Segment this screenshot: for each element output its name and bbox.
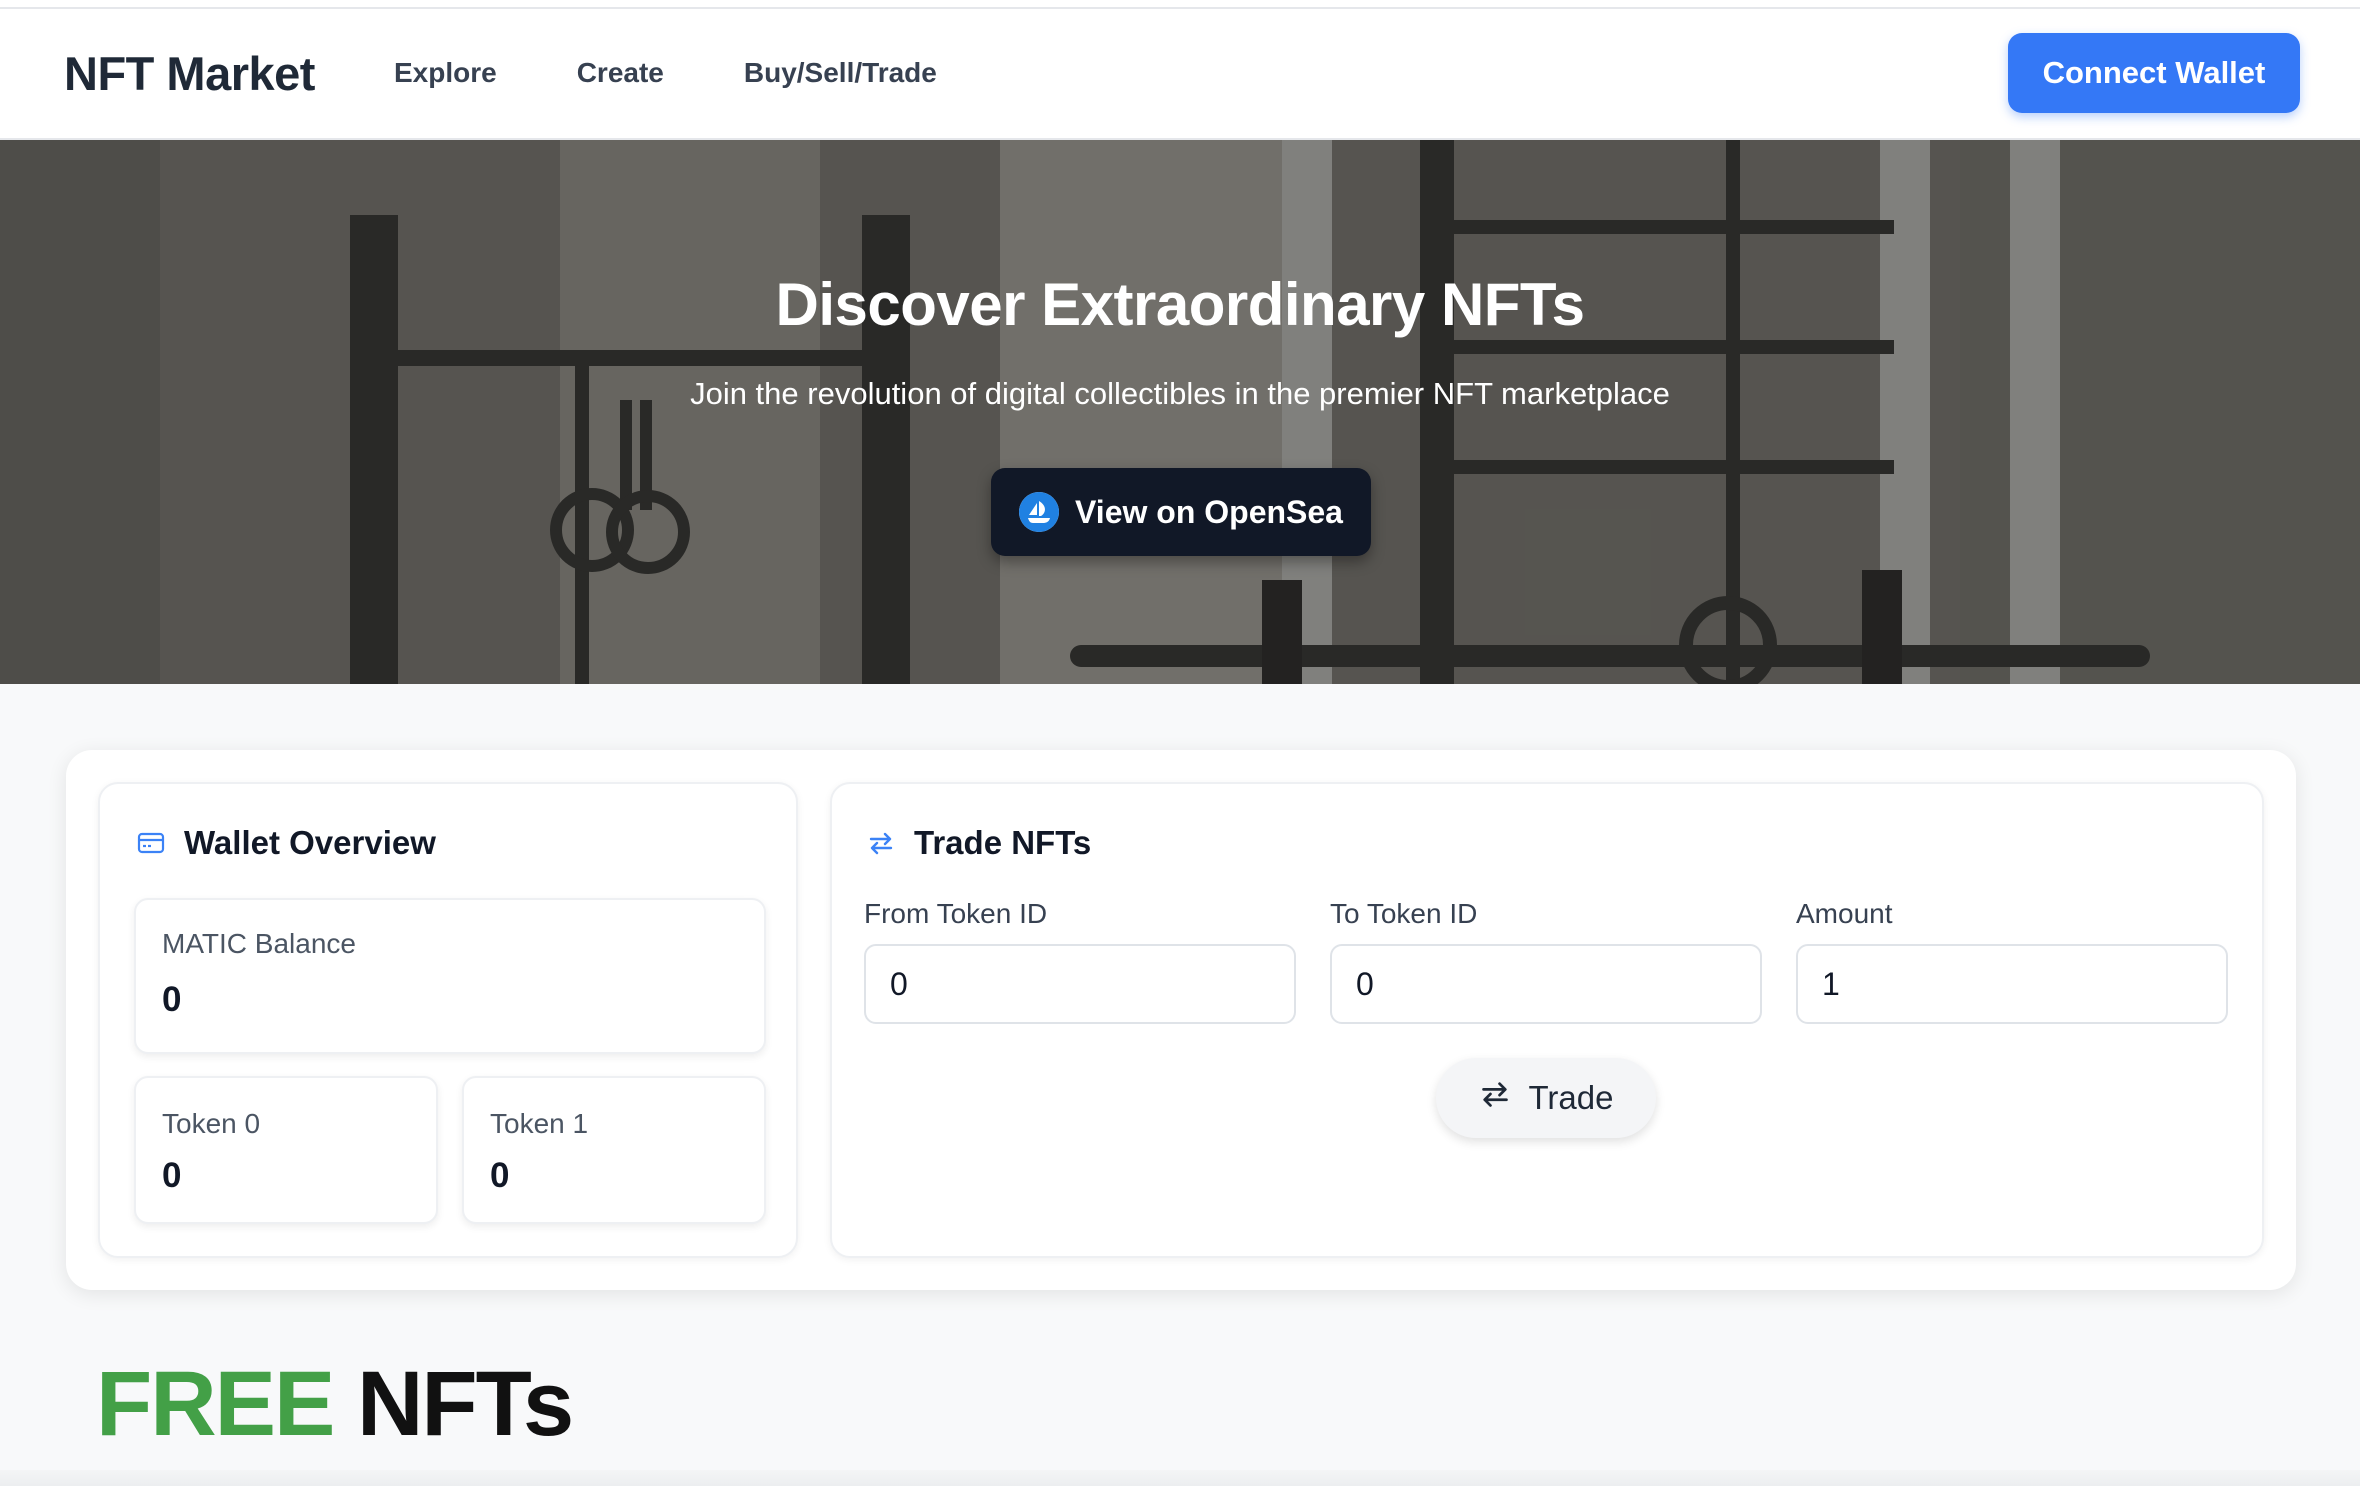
- wallet-overview-header: Wallet Overview: [136, 824, 436, 862]
- free-nfts-heading: FREE NFTs: [96, 1352, 574, 1457]
- opensea-button-label: View on OpenSea: [1075, 493, 1343, 530]
- trade-button[interactable]: Trade: [1436, 1058, 1656, 1138]
- amount-label: Amount: [1796, 898, 1893, 929]
- trade-button-label: Trade: [1528, 1079, 1614, 1116]
- dashboard-card: Wallet Overview MATIC Balance 0 Token 0 …: [66, 750, 2296, 1290]
- free-nfts-rest: NFTs: [356, 1353, 574, 1455]
- token0-value: 0: [162, 1156, 182, 1195]
- view-on-opensea-button[interactable]: View on OpenSea: [991, 468, 1371, 556]
- token1-card: Token 1 0: [462, 1076, 766, 1224]
- hero-overlay: [0, 140, 2360, 684]
- from-token-label: From Token ID: [864, 898, 1048, 929]
- swap-arrows-icon: [866, 828, 896, 858]
- hero-subtitle: Join the revolution of digital collectib…: [690, 376, 1670, 411]
- token1-value: 0: [490, 1156, 510, 1195]
- nav-buy-sell-trade[interactable]: Buy/Sell/Trade: [744, 57, 937, 89]
- amount-input[interactable]: [1796, 944, 2228, 1024]
- hero-title: Discover Extraordinary NFTs: [775, 271, 1585, 338]
- trade-nfts-panel: Trade NFTs From Token ID To Token ID Amo…: [830, 782, 2264, 1258]
- bottom-edge: [0, 1470, 2360, 1486]
- token0-card: Token 0 0: [134, 1076, 438, 1224]
- main-nav: Explore Create Buy/Sell/Trade: [394, 57, 937, 89]
- nav-explore[interactable]: Explore: [394, 57, 497, 89]
- opensea-boat-icon: [1019, 492, 1060, 532]
- page: NFT Market Explore Create Buy/Sell/Trade…: [0, 0, 2360, 1486]
- card-icon: [136, 828, 166, 858]
- brand-logo[interactable]: NFT Market: [64, 46, 315, 101]
- trade-nfts-title: Trade NFTs: [914, 824, 1092, 861]
- token0-label: Token 0: [162, 1108, 261, 1139]
- free-nfts-accent: FREE: [96, 1353, 335, 1455]
- connect-wallet-button[interactable]: Connect Wallet: [2008, 33, 2300, 113]
- wallet-overview-title: Wallet Overview: [184, 824, 436, 861]
- trade-nfts-header: Trade NFTs: [866, 824, 1091, 862]
- from-token-input[interactable]: [864, 944, 1296, 1024]
- nav-create[interactable]: Create: [577, 57, 664, 89]
- matic-balance-value: 0: [162, 980, 182, 1019]
- to-token-input[interactable]: [1330, 944, 1762, 1024]
- top-navbar: NFT Market Explore Create Buy/Sell/Trade…: [0, 9, 2360, 140]
- to-token-label: To Token ID: [1330, 898, 1478, 929]
- matic-balance-card: MATIC Balance 0: [134, 898, 766, 1054]
- trade-swap-icon: [1479, 1078, 1511, 1118]
- window-top-edge: [0, 0, 2360, 9]
- token1-label: Token 1: [490, 1108, 589, 1139]
- matic-balance-label: MATIC Balance: [162, 928, 356, 959]
- wallet-overview-panel: Wallet Overview MATIC Balance 0 Token 0 …: [98, 782, 798, 1258]
- hero-banner: Discover Extraordinary NFTs Join the rev…: [0, 140, 2360, 684]
